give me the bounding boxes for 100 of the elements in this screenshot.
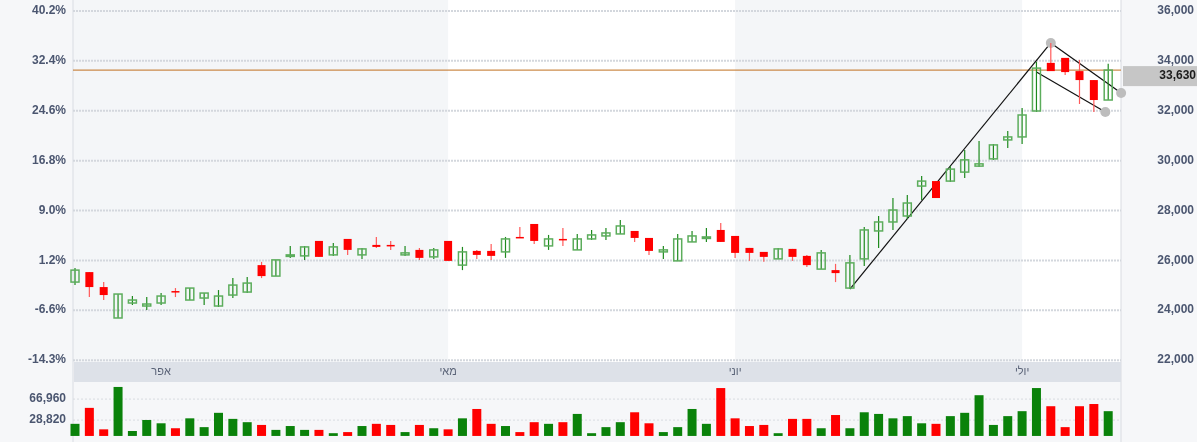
volume-bar [587,433,597,436]
candlestick [457,246,468,271]
candlestick [658,245,669,260]
candlestick [271,259,281,277]
month-label: יוני [728,364,742,377]
candlestick [888,197,898,231]
axis-label: 16.8% [31,152,66,167]
candlestick [558,227,567,247]
candlestick [343,238,352,256]
volume-bar [658,432,668,436]
candlestick [328,242,339,257]
volume-bar [443,429,453,436]
volume-bar [371,423,381,436]
candlestick [500,236,511,259]
volume-bar [127,431,137,436]
axis-label: 66,960 [29,391,66,406]
volume-bar [572,413,582,436]
candlestick [745,247,754,262]
volume-bar [156,423,166,436]
candlestick [1089,79,1098,113]
candlestick [959,149,970,179]
candlestick [228,277,238,299]
axis-label: 28,820 [29,412,66,427]
volume-bar [314,429,324,436]
volume-bar [558,422,568,436]
trend-line[interactable] [1045,37,1127,99]
candlestick [932,180,940,199]
candlestick [831,263,840,283]
candlestick [1017,107,1027,145]
volume-bar [1046,406,1056,436]
candlestick [716,222,725,243]
volume-bar [486,423,496,436]
volume-bar [845,428,855,436]
candlestick [701,227,712,243]
volume-bar [84,407,94,436]
candlestick [687,230,697,243]
candlestick [672,233,683,262]
candlestick [444,240,453,262]
candlestick [945,165,956,183]
volume-bar [759,424,769,436]
volume-bar [1103,411,1113,436]
volume-bar [1031,388,1041,436]
volume-bar [300,429,310,436]
volume-bar [99,429,109,436]
volume-bar [802,418,812,436]
candlestick [1003,130,1013,149]
candlestick [630,230,639,243]
candlestick [142,296,152,311]
candlestick [816,249,826,270]
candlestick [645,237,653,256]
volume-bar [673,427,683,436]
axis-label: 24,000 [1157,302,1194,317]
candlestick [199,292,209,306]
volume-bar [716,388,726,436]
volume-bar [945,416,955,436]
candlestick [171,287,180,298]
candlestick [845,254,855,290]
candlestick [515,226,524,239]
month-label: מאי [439,364,457,377]
axis-label: 34,000 [1157,53,1194,68]
axis-label: 24.6% [31,102,66,117]
volume-bar [228,418,238,436]
axis-label: 9.0% [38,202,66,217]
volume-bar [544,423,554,436]
candlestick [530,223,539,245]
volume-bar [386,424,396,436]
volume-bar [831,415,841,436]
candlestick [1061,57,1070,76]
candlestick [788,248,797,262]
candlestick [601,227,611,241]
candlestick [543,234,554,251]
volume-bar [1003,416,1013,436]
axis-label: 32.4% [31,53,66,68]
volume-bar [1075,406,1084,436]
candlestick [802,254,811,268]
axis-label: -14.3% [27,352,66,367]
volume-bar [357,426,367,436]
axis-label: 1.2% [38,252,66,267]
candlestick [1103,63,1113,101]
volume-bar [630,412,640,436]
candlestick [156,292,166,306]
candlestick [731,235,740,259]
volume-bar [214,412,223,436]
candlestick [988,143,999,161]
axis-label: 32,000 [1157,102,1194,117]
volume-bar [773,433,783,436]
trend-line[interactable] [1035,71,1111,117]
axis-label: 40.2% [31,3,66,18]
volume-bar [343,432,353,436]
volume-bar [974,395,984,436]
candlestick [429,247,439,260]
candlestick [213,289,224,308]
volume-bar [400,432,410,436]
candlestick [859,226,869,267]
candlestick [386,240,395,251]
volume-bar [142,420,152,436]
volume-bar [529,422,539,436]
volume-bar [242,422,252,436]
volume-bar [859,412,869,436]
candlestick [242,276,252,294]
